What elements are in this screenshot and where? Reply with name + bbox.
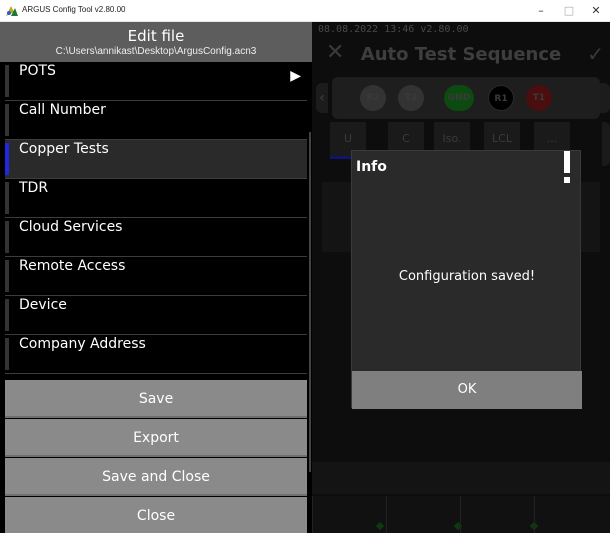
menu-item-tdr[interactable]: TDR (5, 179, 307, 218)
wire-chip-r2[interactable]: R2 (360, 85, 386, 111)
save-button[interactable]: Save (5, 380, 307, 418)
edit-file-title: Edit file (127, 27, 185, 45)
softkey-1[interactable] (312, 496, 386, 533)
window-title-bar: ARGUS Config Tool v2.80.00 – □ ✕ (0, 0, 610, 22)
softkey-3[interactable] (460, 496, 539, 533)
wire-chip-gnd[interactable]: GND (444, 85, 474, 111)
wire-chip-t2[interactable]: T2 (398, 85, 424, 111)
file-path: C:\Users\annikast\Desktop\ArgusConfig.ac… (55, 46, 257, 57)
menu-item-label: Call Number (19, 102, 106, 118)
export-button[interactable]: Export (5, 419, 307, 457)
window-title: ARGUS Config Tool v2.80.00 (22, 5, 126, 14)
menu-item-indicator (5, 260, 9, 292)
wire-chip-r1[interactable]: R1 (488, 85, 514, 111)
menu-item-label: Cloud Services (19, 219, 123, 235)
menu-item-indicator (5, 221, 9, 253)
maximize-button[interactable]: □ (558, 3, 580, 19)
wire-selector: ‹ R2 T2 GND R1 T1 (312, 77, 610, 119)
edit-file-panel: Edit file C:\Users\annikast\Desktop\Argu… (0, 22, 312, 533)
dialog-title: Info (356, 159, 387, 175)
menu-item-device[interactable]: Device (5, 296, 307, 335)
menu-item-label: Remote Access (19, 258, 126, 274)
device-header: ✕ Auto Test Sequence ✓ (312, 40, 610, 72)
dialog-message: Configuration saved! (398, 269, 536, 284)
device-bottom-bar (312, 462, 610, 494)
menu-item-copper-tests[interactable]: Copper Tests (5, 140, 307, 179)
menu-item-indicator (5, 143, 9, 175)
app-logo-icon (6, 6, 18, 16)
softkey-indicator (375, 521, 385, 531)
menu-item-indicator (5, 299, 9, 331)
close-button[interactable]: Close (5, 497, 307, 533)
save-and-close-button[interactable]: Save and Close (5, 458, 307, 496)
menu-item-label: Device (19, 297, 67, 313)
menu-item-label: Copper Tests (19, 141, 109, 157)
edit-file-header: Edit file C:\Users\annikast\Desktop\Argu… (0, 22, 312, 62)
settings-menu: POTS ▶ Call Number Copper Tests TDR Clou… (5, 62, 307, 374)
menu-item-indicator (5, 338, 9, 370)
wire-chips: R2 T2 GND R1 T1 (332, 77, 600, 119)
minimize-button[interactable]: – (530, 3, 552, 19)
menu-item-call-number[interactable]: Call Number (5, 101, 307, 140)
ok-button[interactable]: OK (352, 371, 582, 409)
menu-item-indicator (5, 104, 9, 136)
menu-item-label: Company Address (19, 336, 146, 352)
tabs-scroll-right[interactable] (602, 122, 610, 166)
edit-file-actions: Save Export Save and Close Close (5, 380, 307, 533)
chevron-right-icon: ▶ (290, 68, 301, 84)
softkey-4[interactable] (534, 496, 608, 533)
menu-item-label: TDR (19, 180, 49, 196)
info-dialog: Info Configuration saved! OK (351, 150, 582, 409)
device-softkeys (312, 496, 610, 533)
device-title: Auto Test Sequence (360, 44, 562, 65)
chevron-left-icon[interactable]: ‹ (316, 83, 328, 113)
menu-item-company-address[interactable]: Company Address (5, 335, 307, 374)
softkey-2[interactable] (386, 496, 463, 533)
scrollbar[interactable] (309, 132, 311, 472)
check-icon[interactable]: ✓ (587, 42, 604, 66)
device-status-bar: 08.08.2022 13:46 v2.80.00 (318, 24, 469, 35)
menu-item-remote-access[interactable]: Remote Access (5, 257, 307, 296)
menu-item-label: POTS (19, 63, 56, 79)
menu-item-cloud-services[interactable]: Cloud Services (5, 218, 307, 257)
close-window-button[interactable]: ✕ (585, 3, 607, 19)
menu-item-indicator (5, 182, 9, 214)
menu-item-indicator (5, 65, 9, 97)
menu-item-pots[interactable]: POTS ▶ (5, 62, 307, 101)
wire-chip-t1[interactable]: T1 (526, 85, 552, 111)
chevron-right-icon[interactable] (600, 83, 610, 113)
exclamation-icon (562, 151, 572, 185)
